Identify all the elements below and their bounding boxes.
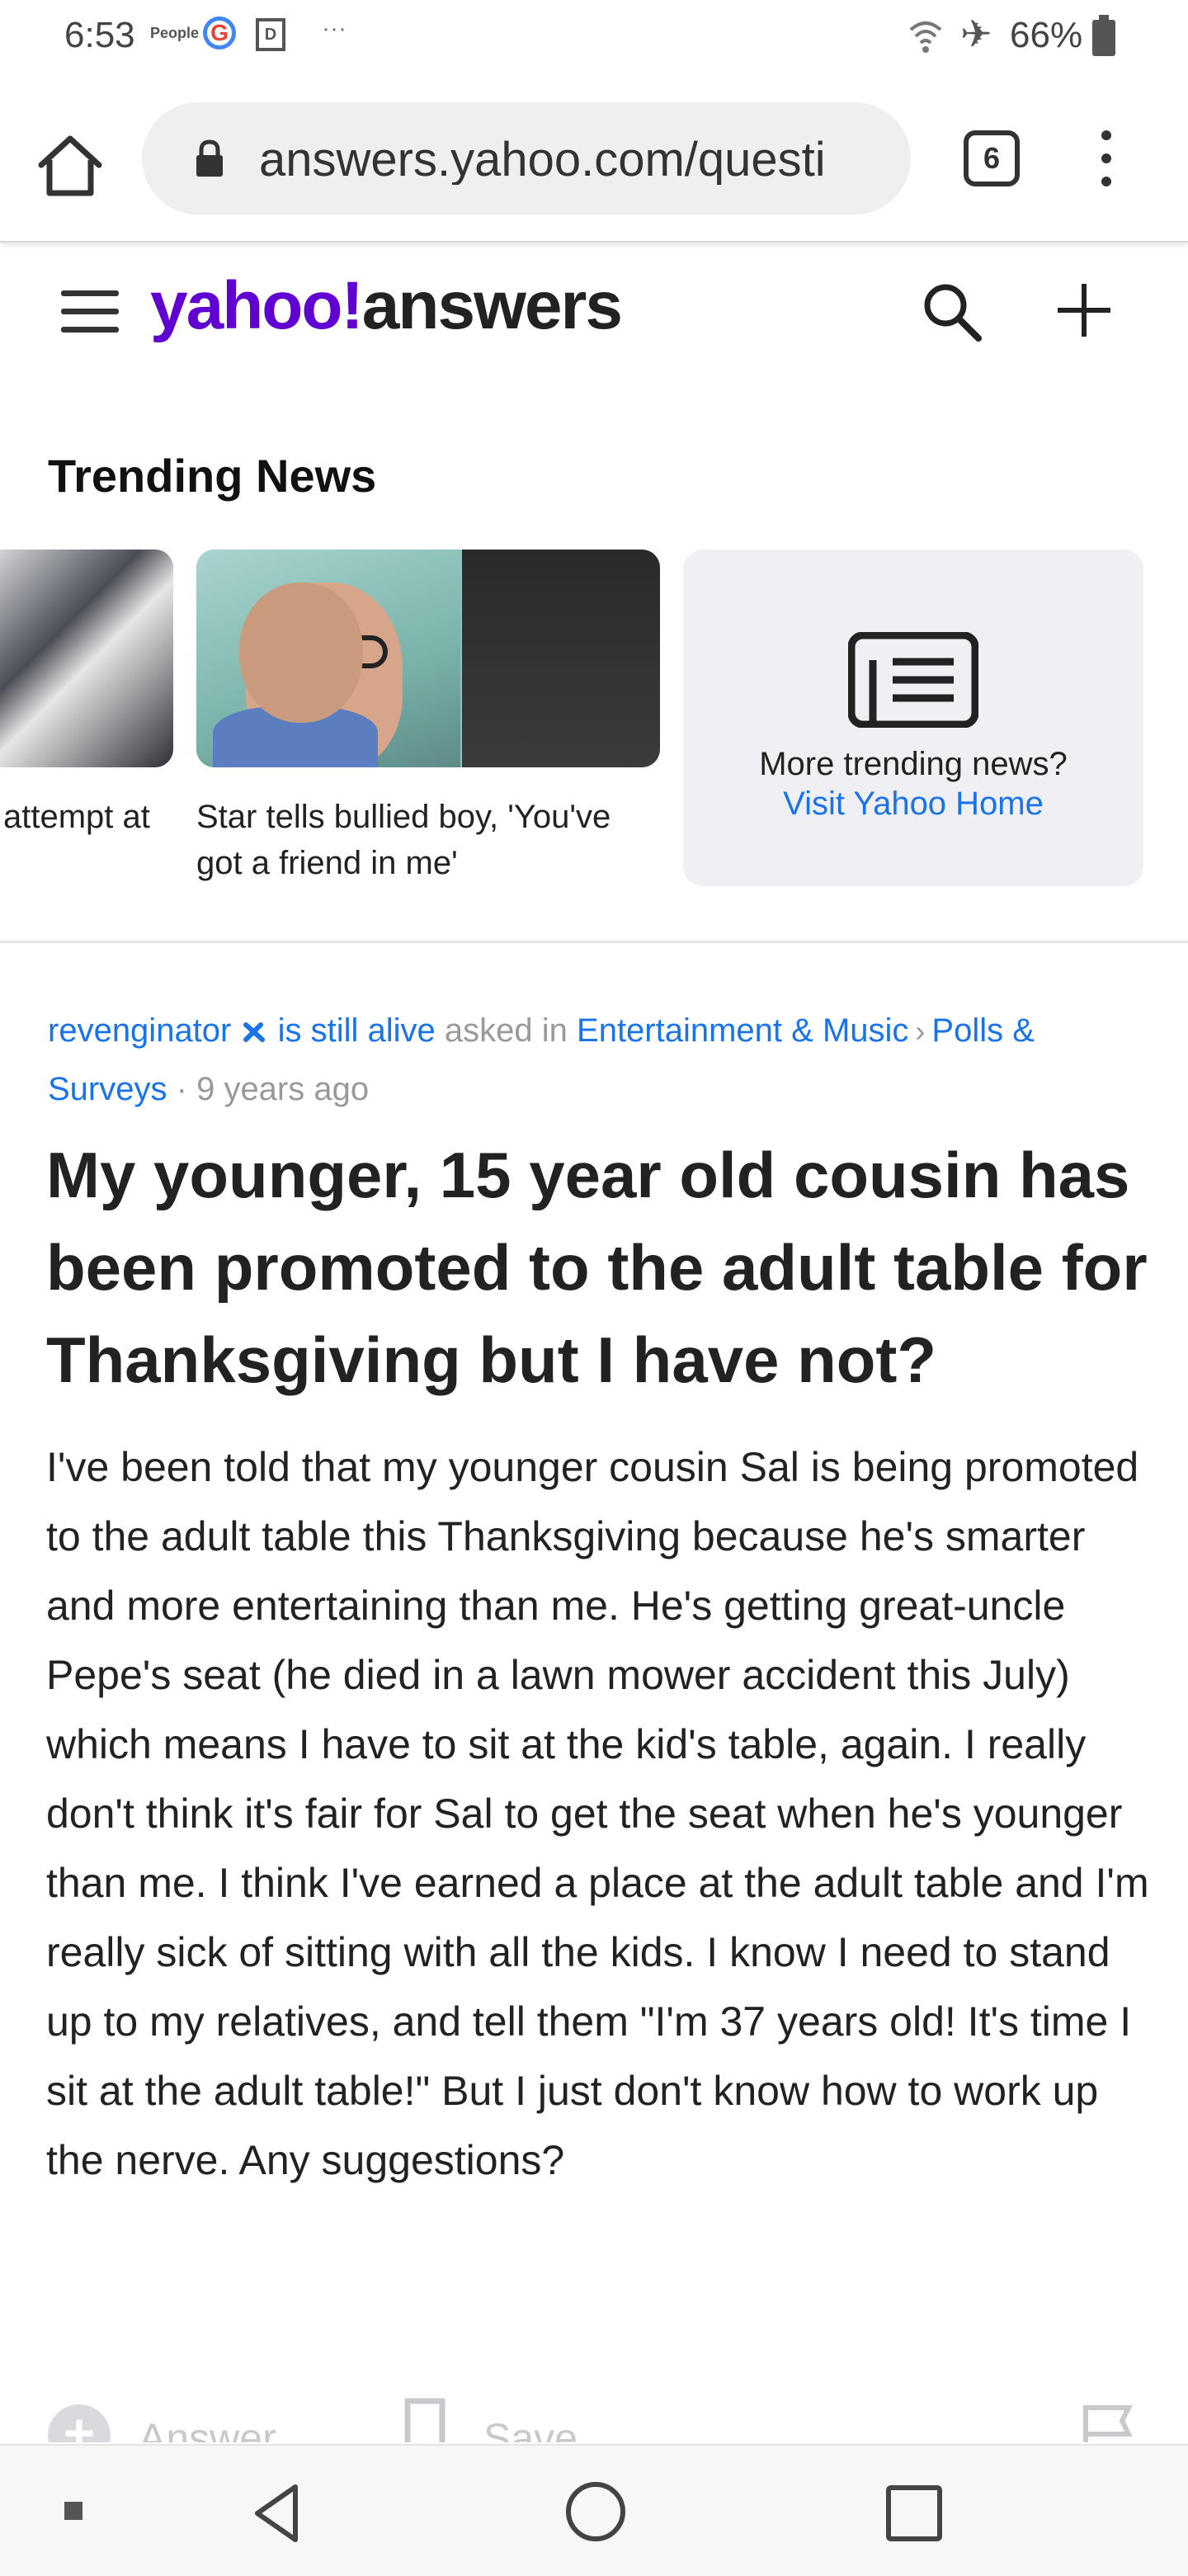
news-thumbnail[interactable] — [196, 550, 660, 767]
answer-label: Answer — [139, 2415, 276, 2442]
add-question-icon[interactable] — [1053, 279, 1115, 342]
flag-icon[interactable] — [1079, 2403, 1137, 2442]
battery-percent: 66% — [1010, 15, 1083, 55]
category-link[interactable]: Entertainment & Music — [577, 1012, 908, 1049]
news-thumbnail[interactable] — [0, 550, 173, 767]
trending-news-heading: Trending News — [48, 450, 377, 502]
logo-yahoo: yahoo! — [150, 268, 364, 343]
site-header: yahoo!answers — [0, 243, 1188, 383]
people-notification-icon: People — [150, 25, 200, 41]
address-bar[interactable]: answers.yahoo.com/questi — [142, 102, 911, 215]
visit-yahoo-home-link[interactable]: Visit Yahoo Home — [683, 786, 1143, 823]
nav-indicator — [64, 2502, 82, 2520]
search-icon[interactable] — [917, 277, 987, 347]
lock-icon — [196, 139, 223, 177]
more-trending-card[interactable]: More trending news? Visit Yahoo Home — [683, 550, 1143, 886]
google-notification-icon: G — [203, 17, 236, 50]
user-level-icon — [243, 1022, 265, 1042]
section-divider — [0, 941, 1188, 943]
chevron-right-icon: › — [915, 1014, 926, 1048]
save-label: Save — [483, 2415, 578, 2442]
question-time: 9 years ago — [196, 1071, 370, 1107]
airplane-mode-icon: ✈ — [960, 12, 992, 55]
url-text: answers.yahoo.com/questi — [259, 133, 826, 185]
status-time: 6:53 — [64, 15, 135, 55]
yahoo-answers-logo[interactable]: yahoo!answers — [150, 267, 623, 345]
question-meta: revenginator is still alive asked in Ent… — [48, 1002, 1153, 1118]
more-trending-text: More trending news? — [759, 746, 1068, 782]
asked-in-label: asked in — [444, 1012, 568, 1049]
app-notification-icon: D — [256, 18, 285, 51]
battery-icon — [1092, 15, 1115, 56]
home-button-icon[interactable] — [566, 2482, 625, 2541]
question-actions: Answer Save — [0, 2393, 1188, 2442]
question-title: My younger, 15 year old cousin has been … — [46, 1139, 1148, 1396]
android-nav-bar — [0, 2444, 1188, 2576]
plus-icon — [48, 2401, 111, 2442]
home-icon[interactable] — [33, 129, 107, 203]
logo-answers: answers — [361, 268, 623, 343]
back-icon[interactable] — [246, 2480, 312, 2546]
tab-switcher-button[interactable]: 6 — [964, 130, 1020, 186]
news-caption[interactable]: attempt at — [3, 794, 168, 840]
newspaper-icon — [848, 632, 978, 728]
status-bar: 6:53 People G D ··· ✈ 66% — [0, 0, 1188, 79]
question-body: I've been told that my younger cousin Sa… — [46, 1444, 1149, 2183]
asker-status[interactable]: is still alive — [278, 1012, 436, 1049]
browser-menu-icon[interactable] — [1086, 125, 1127, 191]
news-caption[interactable]: Star tells bullied boy, 'You've got a fr… — [196, 794, 658, 886]
bookmark-icon — [404, 2398, 446, 2442]
wifi-icon — [909, 21, 942, 53]
asker-username[interactable]: revenginator — [48, 1012, 231, 1049]
meta-separator: · — [176, 1071, 187, 1107]
browser-toolbar: answers.yahoo.com/questi 6 — [0, 79, 1188, 243]
more-notifications-icon: ··· — [322, 15, 346, 42]
recent-apps-icon[interactable] — [886, 2485, 942, 2541]
hamburger-menu-icon[interactable] — [61, 290, 119, 333]
